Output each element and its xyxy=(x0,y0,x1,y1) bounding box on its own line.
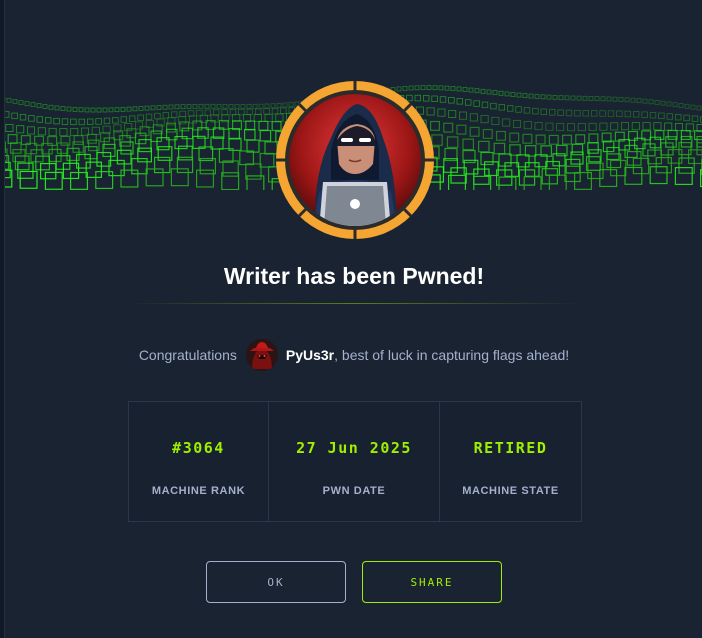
congrats-prefix: Congratulations xyxy=(138,347,237,363)
share-button[interactable]: SHARE xyxy=(362,561,502,603)
congrats-message: Congratulations PyUs3r, best of luck in … xyxy=(5,338,702,372)
stats-panel: #3064 MACHINE RANK 27 Jun 2025 PWN DATE … xyxy=(128,401,582,522)
stat-value: #3064 xyxy=(172,439,225,457)
stat-label: MACHINE RANK xyxy=(151,485,246,497)
stat-label: PWN DATE xyxy=(322,485,386,497)
stat-machine-rank: #3064 MACHINE RANK xyxy=(129,402,268,521)
stat-machine-state: RETIRED MACHINE STATE xyxy=(439,402,581,521)
stat-label: MACHINE STATE xyxy=(462,485,559,497)
stat-value: 27 Jun 2025 xyxy=(296,439,412,457)
congrats-suffix: , best of luck in capturing flags ahead! xyxy=(334,347,570,363)
stat-pwn-date: 27 Jun 2025 PWN DATE xyxy=(268,402,439,521)
stat-value: RETIRED xyxy=(473,439,548,457)
machine-avatar xyxy=(275,80,435,240)
user-avatar xyxy=(245,339,278,371)
ok-button[interactable]: OK xyxy=(206,561,346,603)
pwned-modal: Writer has been Pwned! Congratulations P… xyxy=(4,0,702,638)
hooded-hacker-avatar-icon xyxy=(245,339,278,371)
hooded-hacker-laptop-icon xyxy=(276,81,434,239)
title-divider xyxy=(127,303,581,304)
modal-title: Writer has been Pwned! xyxy=(223,263,485,289)
username[interactable]: PyUs3r xyxy=(286,347,334,363)
